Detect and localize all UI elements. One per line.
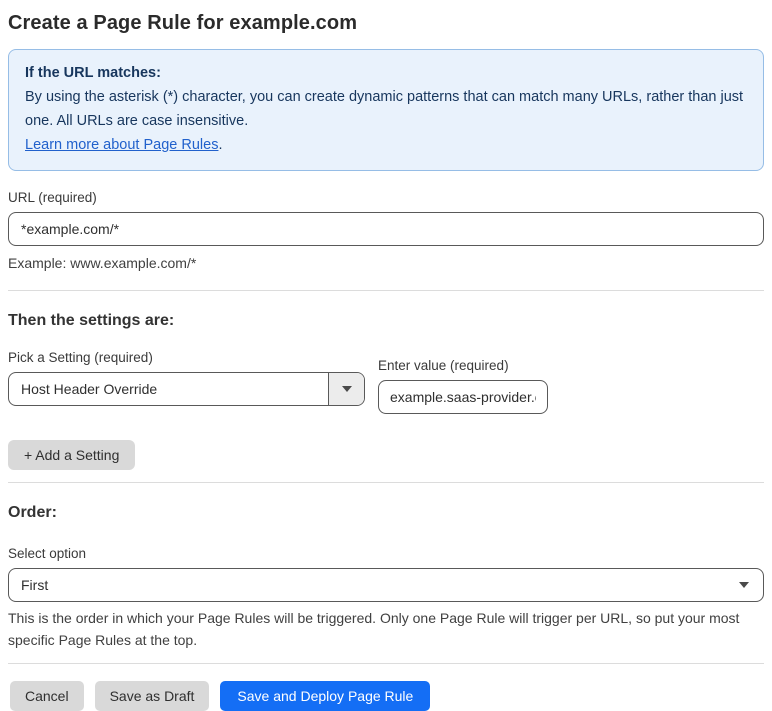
order-select[interactable]: First [8,568,764,602]
save-deploy-button[interactable]: Save and Deploy Page Rule [220,681,431,711]
order-help-text: This is the order in which your Page Rul… [8,610,740,648]
info-box-body: By using the asterisk (*) character, you… [25,89,744,129]
settings-row: Pick a Setting (required) Host Header Ov… [8,331,764,414]
url-input[interactable] [8,212,764,246]
add-setting-button[interactable]: + Add a Setting [8,440,136,470]
url-match-info-box: If the URL matches: By using the asteris… [8,49,764,171]
order-select-arrow [739,569,763,601]
divider [8,663,764,664]
save-draft-button[interactable]: Save as Draft [94,681,210,711]
order-heading: Order: [8,504,57,521]
setting-value-label: Enter value (required) [378,358,509,373]
url-label: URL (required) [8,190,97,205]
setting-value-input[interactable] [378,380,548,414]
order-select-label: Select option [8,546,87,561]
divider [8,290,764,291]
setting-select[interactable]: Host Header Override [8,372,365,406]
info-box-link-line: Learn more about Page Rules. [25,133,747,157]
create-page-rule-form: Create a Page Rule for example.com If th… [0,0,772,711]
cancel-button[interactable]: Cancel [10,681,84,711]
learn-more-link[interactable]: Learn more about Page Rules [25,137,218,153]
setting-select-arrow-box[interactable] [328,373,364,405]
chevron-down-icon [341,386,352,392]
url-help-text: Example: www.example.com/* [8,255,197,271]
setting-select-value: Host Header Override [21,381,158,397]
info-box-heading: If the URL matches: [25,65,161,81]
order-select-value: First [21,577,49,593]
link-suffix: . [218,137,223,153]
chevron-down-icon [739,582,749,588]
page-title: Create a Page Rule for example.com [8,12,358,34]
settings-heading: Then the settings are: [8,312,175,329]
setting-picker-label: Pick a Setting (required) [8,350,153,365]
footer-actions: Cancel Save as Draft Save and Deploy Pag… [10,681,764,711]
setting-picker-column: Pick a Setting (required) Host Header Ov… [8,331,365,406]
divider [8,482,764,483]
setting-value-column: Enter value (required) [378,339,548,414]
